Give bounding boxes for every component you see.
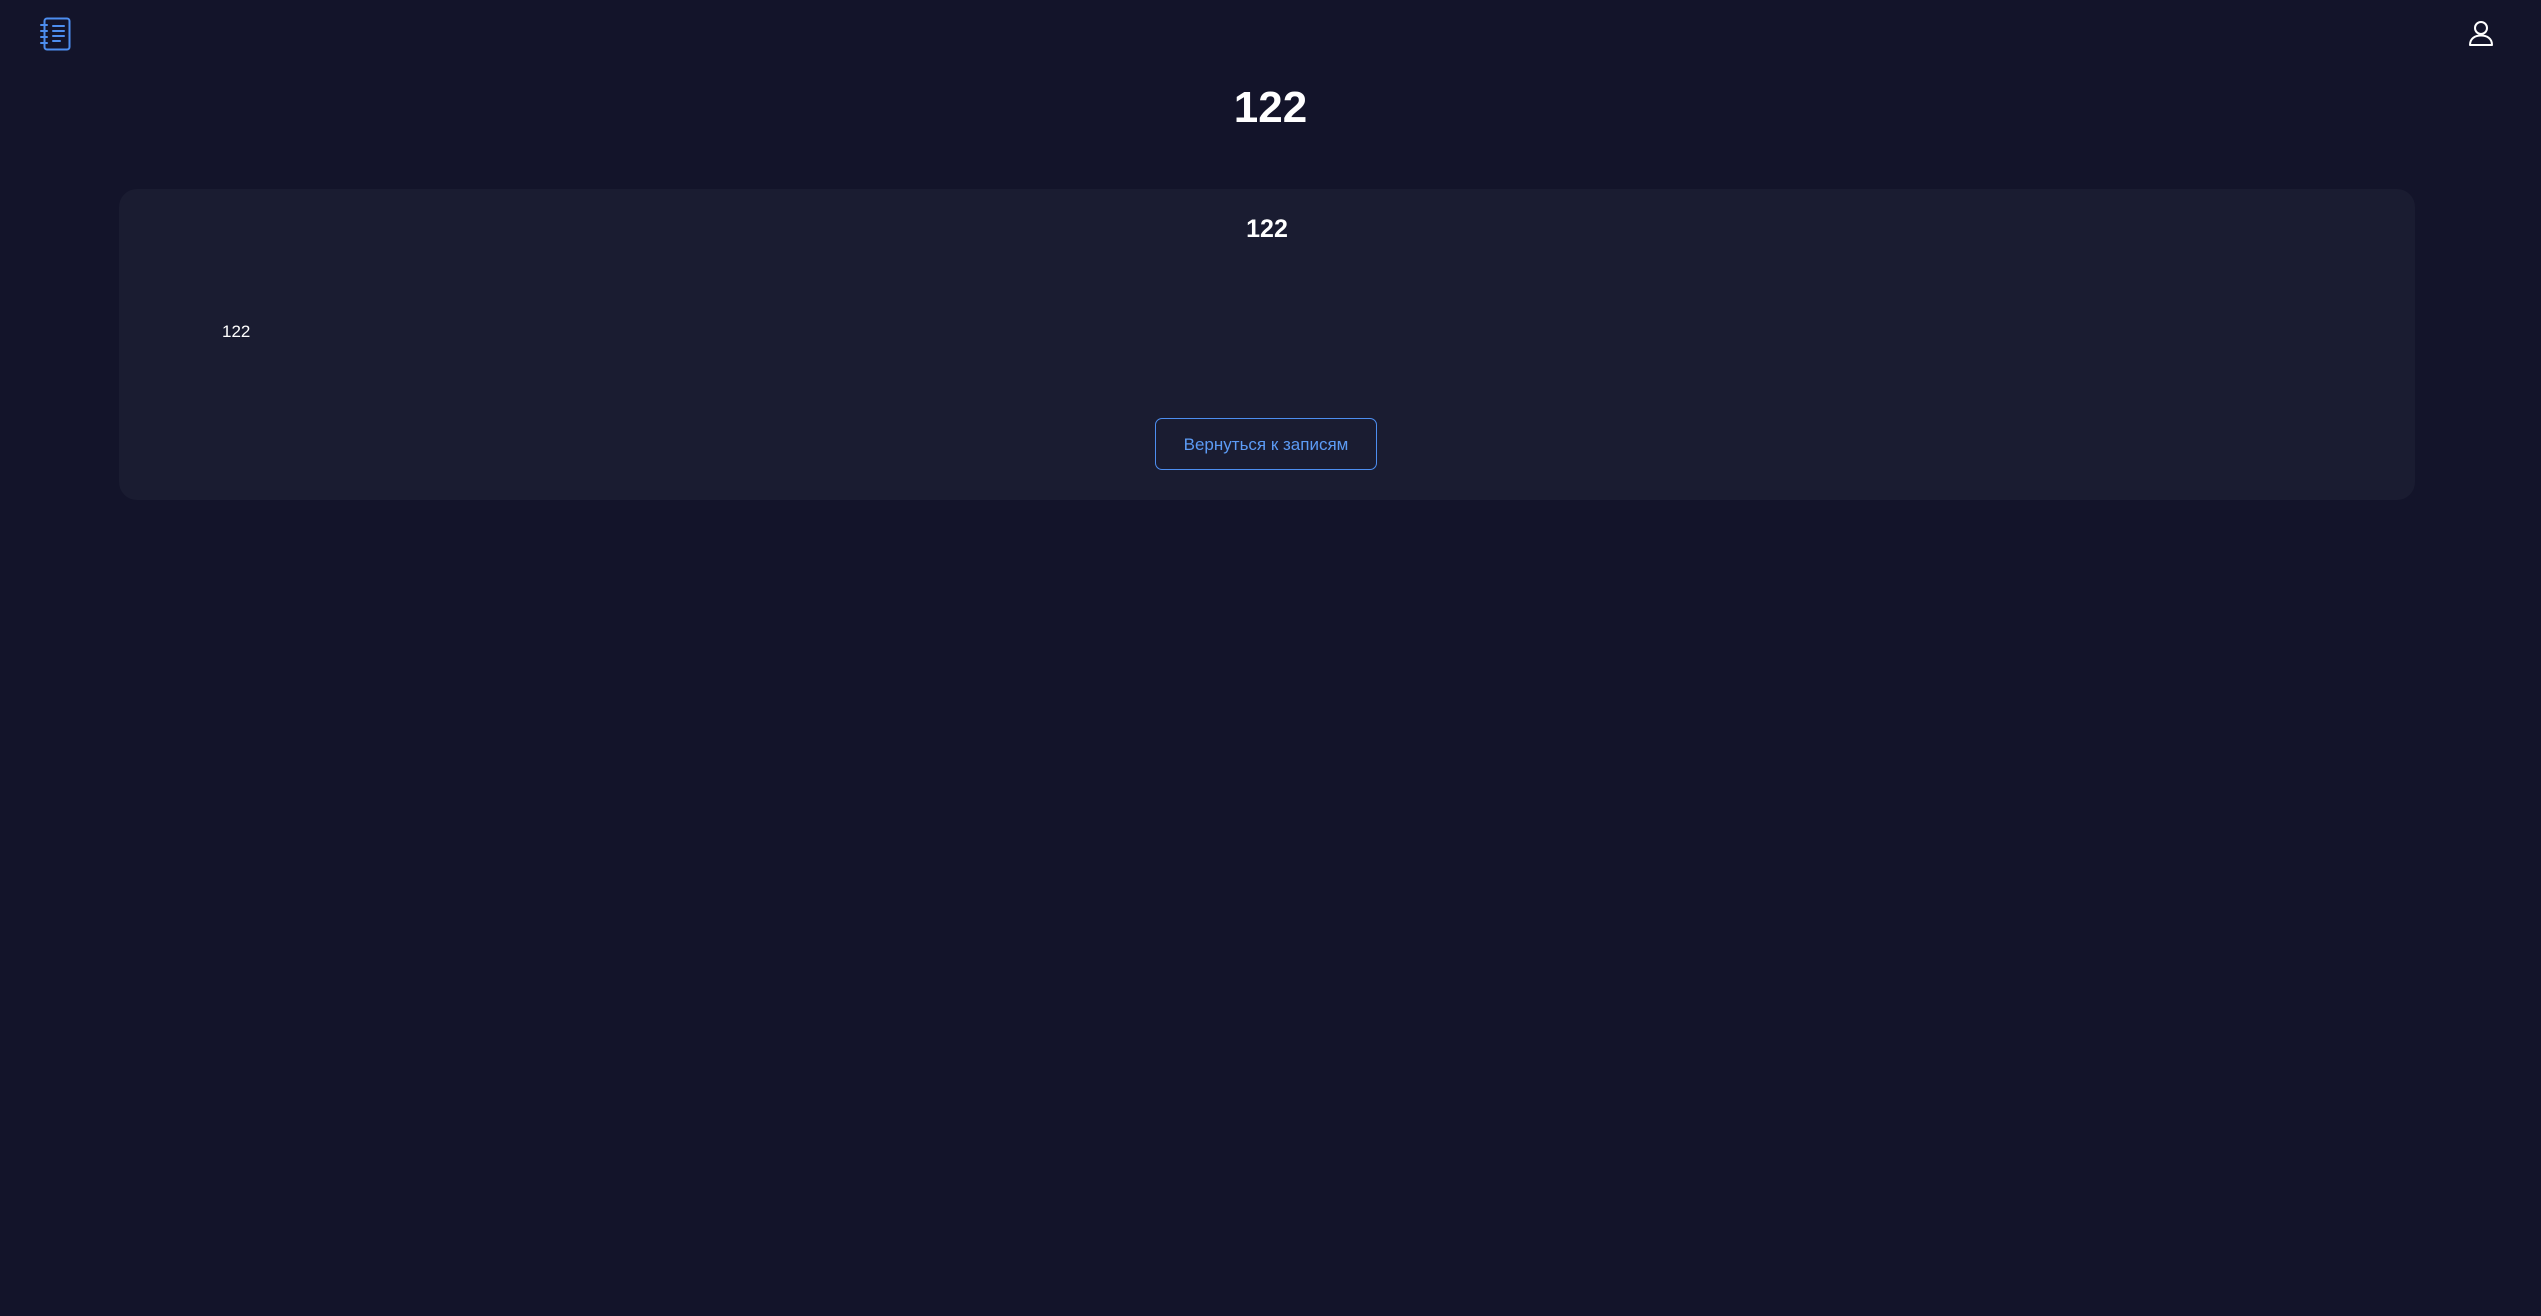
- back-to-notes-button[interactable]: Вернуться к записям: [1155, 418, 1377, 470]
- notebook-list-icon: [40, 17, 71, 51]
- page: 122 122 122 Вернуться к записям: [0, 0, 2541, 1316]
- page-title: 122: [1233, 83, 1308, 132]
- user-profile-icon: [2469, 21, 2493, 46]
- note-title: 122: [1246, 215, 1288, 243]
- home-logo-link[interactable]: [40, 17, 72, 51]
- note-card: 122 122 Вернуться к записям: [119, 189, 2415, 500]
- note-body: 122: [222, 322, 251, 341]
- profile-link[interactable]: [2467, 19, 2495, 47]
